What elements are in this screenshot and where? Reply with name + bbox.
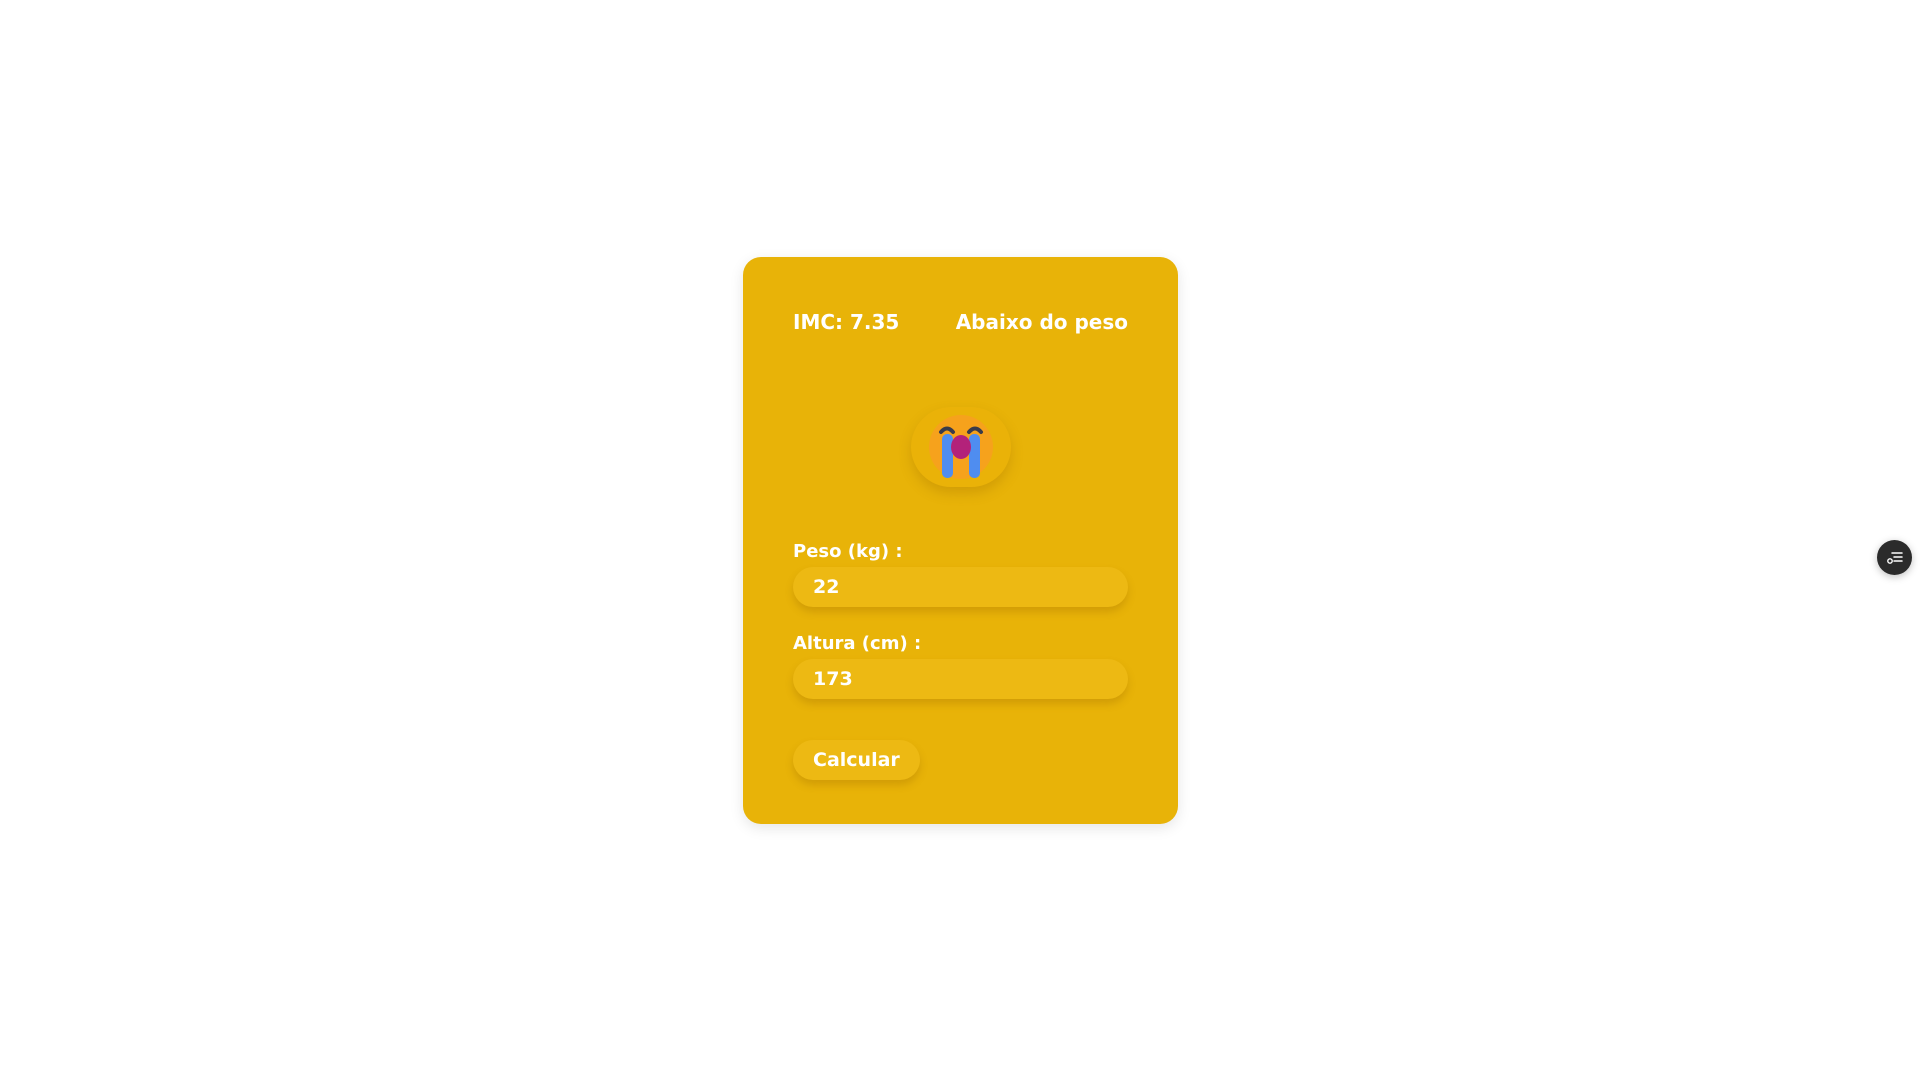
emoji-badge xyxy=(910,407,1011,487)
crying-face-icon xyxy=(928,415,993,479)
height-input[interactable] xyxy=(793,659,1128,699)
height-label: Altura (cm) : xyxy=(793,633,922,654)
weight-label: Peso (kg) : xyxy=(793,541,903,562)
bmi-card: IMC: 7.35 Abaixo do peso Peso (kg) : Alt… xyxy=(743,257,1178,824)
list-settings-icon xyxy=(1886,551,1903,564)
calculate-button[interactable]: Calcular xyxy=(793,740,920,780)
imc-value: IMC: 7.35 xyxy=(793,310,900,334)
weight-category: Abaixo do peso xyxy=(955,310,1128,334)
result-row: IMC: 7.35 Abaixo do peso xyxy=(793,307,1128,337)
weight-input[interactable] xyxy=(793,567,1128,607)
floating-menu-button[interactable] xyxy=(1877,540,1912,575)
